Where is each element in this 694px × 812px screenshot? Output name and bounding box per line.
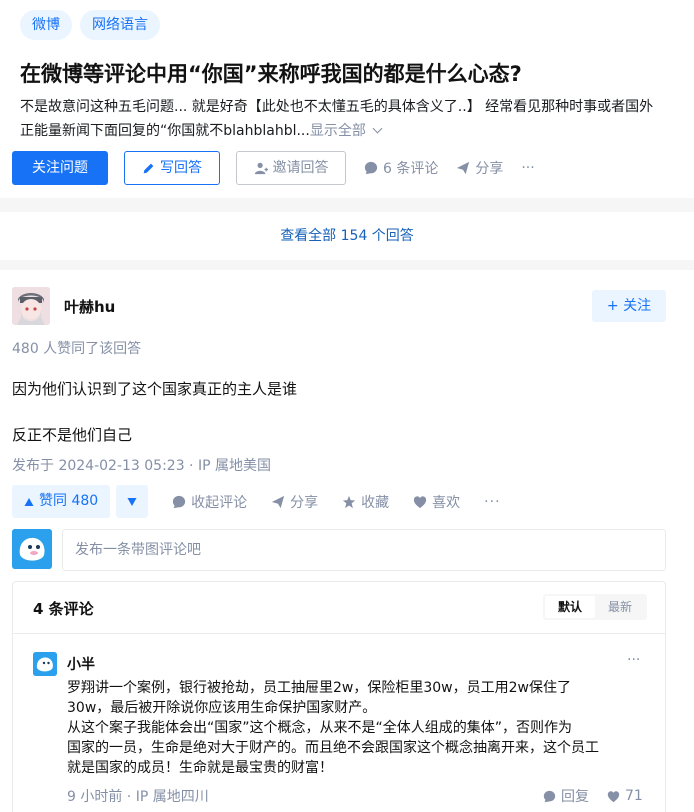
triangle-down-icon [127, 497, 137, 506]
upvote-button[interactable]: 赞同 480 [12, 485, 111, 518]
share-icon [457, 161, 470, 175]
comment-actions: 回复 71 [543, 786, 643, 806]
view-all-answers-link[interactable]: 查看全部 154 个回答 [0, 212, 694, 260]
comment-line: 罗翔讲一个案例，银行被抢劫，员工抽屉里2w，保险柜里30w，员工用2w保住了 [67, 680, 571, 696]
answer-paragraph: 反正不是他们自己 [12, 426, 133, 444]
collapse-comments-label: 收起评论 [191, 494, 248, 511]
heart-icon [414, 495, 427, 508]
comment-like-count: 71 [625, 788, 643, 804]
question-more-button[interactable]: ··· [521, 160, 534, 176]
downvote-button[interactable] [116, 485, 149, 518]
person-add-icon [254, 162, 268, 175]
question-title[interactable]: 在微博等评论中用“你国”来称呼我国的都是什么心态? [20, 59, 680, 89]
comment-line: 从这个案子我能体会出“国家”这个概念，从来不是“全体人组成的集体”，否则作为 [67, 720, 573, 736]
avatar-image [12, 287, 50, 325]
topic-tag[interactable]: 微博 [20, 10, 72, 40]
write-answer-button[interactable]: 写回答 [124, 151, 220, 185]
share-button[interactable]: 分享 [271, 492, 318, 512]
upvote-label: 赞同 480 [39, 493, 99, 509]
sort-latest-tab[interactable]: 最新 [595, 596, 645, 618]
comment-line: 30w，最后被开除说你应该用生命保护国家财产。 [67, 700, 377, 716]
avatar-image [33, 652, 57, 676]
topic-list: 微博 网络语言 [20, 10, 160, 40]
pencil-icon [143, 163, 154, 173]
comments-header: 4 条评论 默认 最新 [13, 582, 665, 634]
comment-like-button[interactable]: 71 [607, 786, 643, 806]
excerpt-line: 正能量新闻下面回复的“你国就不blahblahbl...显示全部 [20, 119, 694, 143]
collapse-comments-button[interactable]: 收起评论 [172, 492, 247, 512]
show-all-label: 显示全部 [309, 123, 366, 139]
heart-icon [607, 790, 620, 802]
comments-count-label: 6 条评论 [383, 161, 439, 177]
excerpt-line-text: 正能量新闻下面回复的“你国就不blahblahbl... [20, 123, 310, 139]
share-label: 分享 [290, 494, 319, 511]
chevron-down-icon [372, 123, 383, 134]
invite-answer-button[interactable]: 邀请回答 [236, 151, 346, 185]
star-icon [343, 495, 356, 508]
follow-author-button[interactable]: + 关注 [592, 290, 666, 322]
comment-author[interactable]: 小半 [67, 654, 95, 674]
show-all-button[interactable]: 显示全部 [309, 123, 383, 139]
question-actions: 关注问题 写回答 邀请回答 6 条评论 分享 ··· [12, 151, 535, 185]
share-icon [272, 495, 285, 508]
question-excerpt[interactable]: 不是故意问这种五毛问题... 就是好奇【此处也不太懂五毛的具体含义了..】 经常… [20, 95, 694, 143]
like-label: 喜欢 [432, 494, 461, 511]
follow-question-button[interactable]: 关注问题 [12, 151, 108, 185]
answer-card: 叶赫hu + 关注 480 人赞同了该回答 因为他们认识到了这个国家真正的主人是… [0, 270, 694, 812]
question-comments-button[interactable]: 6 条评论 [364, 158, 438, 178]
answer-paragraph: 因为他们认识到了这个国家真正的主人是谁 [12, 380, 298, 398]
question-share-button[interactable]: 分享 [456, 158, 503, 178]
avatar[interactable] [12, 287, 50, 325]
reply-button[interactable]: 回复 [543, 786, 589, 806]
comment-body: 罗翔讲一个案例，银行被抢劫，员工抽屉里2w，保险柜里30w，员工用2w保住了 3… [67, 678, 647, 778]
comment-sort-toggle: 默认 最新 [543, 594, 647, 620]
upvote-summary: 480 人赞同了该回答 [12, 341, 142, 357]
comment-meta: 9 小时前 · IP 属地四川 [67, 789, 209, 805]
answer-more-button[interactable]: ··· [484, 494, 500, 510]
share-label: 分享 [475, 161, 504, 177]
avatar-image [12, 529, 52, 569]
write-answer-label: 写回答 [160, 160, 202, 176]
comment-avatar[interactable] [33, 652, 57, 676]
answer-actions: 赞同 480 收起评论 分享 收藏 喜欢 ··· [12, 485, 501, 518]
comment-icon [173, 495, 186, 508]
like-button[interactable]: 喜欢 [413, 492, 460, 512]
comments-panel: 4 条评论 默认 最新 小半 ··· 罗翔讲一个案例，银行被抢劫，员工抽屉里2w… [12, 581, 666, 812]
answer-meta: 发布于 2024-02-13 05:23 · IP 属地美国 [12, 458, 271, 474]
author-name[interactable]: 叶赫hu [64, 296, 115, 317]
excerpt-line: 不是故意问这种五毛问题... 就是好奇【此处也不太懂五毛的具体含义了..】 经常… [20, 99, 654, 115]
comments-count: 4 条评论 [33, 600, 94, 618]
sort-default-tab[interactable]: 默认 [545, 596, 595, 618]
comment-icon [543, 790, 556, 802]
reply-label: 回复 [561, 789, 589, 805]
current-user-avatar [12, 529, 52, 569]
topic-tag[interactable]: 网络语言 [80, 10, 160, 40]
comment-more-button[interactable]: ··· [627, 652, 640, 668]
favorite-label: 收藏 [361, 494, 390, 511]
comment-input[interactable]: 发布一条带图评论吧 [62, 529, 666, 571]
question-card: 微博 网络语言 在微博等评论中用“你国”来称呼我国的都是什么心态? 不是故意问这… [0, 0, 694, 198]
comment-line: 就是国家的成员！生命就是最宝贵的财富！ [67, 760, 333, 776]
comment-icon [364, 161, 378, 175]
favorite-button[interactable]: 收藏 [342, 492, 389, 512]
triangle-up-icon [24, 497, 34, 506]
comment-line: 国家的一员，生命是绝对大于财产的。而且绝不会跟国家这个概念抽离开来，这个员工 [67, 740, 599, 756]
invite-answer-label: 邀请回答 [272, 160, 329, 176]
